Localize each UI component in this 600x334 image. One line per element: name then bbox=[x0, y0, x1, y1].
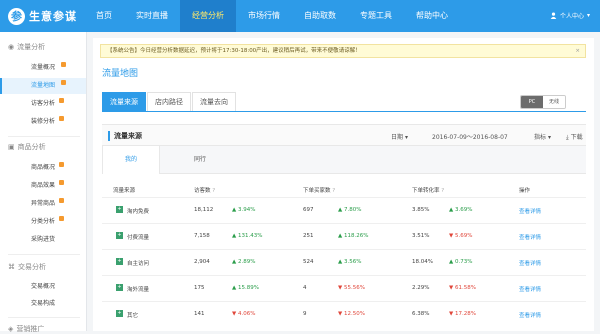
column-header-conversion: 下单转化率 ? bbox=[412, 188, 445, 194]
transaction-icon: ⌘ bbox=[8, 263, 15, 271]
sidebar-item-product-effect[interactable]: 商品效果 bbox=[0, 178, 86, 194]
date-range: 2016-07-09～2016-08-07 bbox=[432, 134, 508, 141]
help-icon: ? bbox=[332, 188, 336, 194]
new-badge-icon bbox=[59, 216, 64, 221]
sidebar-item-category-analysis[interactable]: 分类分析 bbox=[0, 214, 86, 230]
subtab-peers[interactable]: 同行 bbox=[171, 146, 229, 174]
expand-icon[interactable]: + bbox=[116, 206, 123, 213]
subtab-bar: 我的 同行 bbox=[102, 146, 586, 174]
table-row: + 付费流量 7,158 ▲ 131.43% 251 ▲ 118.26% 3.5… bbox=[102, 223, 586, 249]
user-icon bbox=[550, 12, 557, 19]
subtab-mine[interactable]: 我的 bbox=[102, 146, 160, 174]
nav-tools[interactable]: 专题工具 bbox=[348, 0, 404, 32]
help-icon: ? bbox=[441, 188, 445, 194]
nav-live[interactable]: 实时直播 bbox=[124, 0, 180, 32]
divider bbox=[8, 317, 80, 318]
device-pc-button[interactable]: PC bbox=[521, 96, 543, 108]
device-toggle: PC 无线 bbox=[520, 95, 566, 109]
sidebar-item-decoration-analysis[interactable]: 装修分析 bbox=[0, 114, 86, 130]
sidebar-group-transaction[interactable]: ⌘ 交易分析 bbox=[8, 262, 46, 272]
expand-icon[interactable]: + bbox=[116, 284, 123, 291]
nav-market[interactable]: 市场行情 bbox=[236, 0, 292, 32]
marketing-icon: ◈ bbox=[8, 325, 14, 333]
sidebar-item-purchasing[interactable]: 采购进货 bbox=[0, 232, 86, 248]
expand-icon[interactable]: + bbox=[116, 232, 123, 239]
new-badge-icon bbox=[59, 98, 64, 103]
top-nav-bar: 参 生意参谋 首页 实时直播 经营分析 市场行情 自助取数 专题工具 帮助中心 … bbox=[0, 0, 600, 32]
new-badge-icon bbox=[59, 198, 64, 203]
user-label: 个人中心 bbox=[559, 13, 584, 20]
column-header-source: 流量来源 bbox=[113, 188, 136, 194]
new-badge-icon bbox=[59, 180, 64, 185]
chevron-down-icon: ▾ bbox=[547, 134, 551, 141]
table-row: + 其它 141 ▼ 4.06% 9 ▼ 12.50% 6.38% ▼ 17.2… bbox=[102, 301, 586, 327]
tab-traffic-source[interactable]: 流量来源 bbox=[102, 92, 146, 111]
tab-underline bbox=[102, 111, 586, 112]
section-header: 流量来源 日期 ▾ 2016-07-09～2016-08-07 指标 ▾ ⤓ 下… bbox=[102, 124, 586, 146]
chevron-down-icon: ▾ bbox=[586, 12, 590, 19]
view-details-link[interactable]: 查看详情 bbox=[519, 259, 541, 267]
sidebar-group-traffic[interactable]: ◉ 流量分析 bbox=[8, 42, 45, 52]
system-notice: 【系统公告】今日经营分析数据延迟，预计将于17:30-18:00产出，建议稍后再… bbox=[100, 44, 586, 58]
sidebar-item-traffic-overview[interactable]: 流量概况 bbox=[0, 60, 86, 76]
app-logo[interactable]: 参 生意参谋 bbox=[8, 6, 77, 26]
view-details-link[interactable]: 查看详情 bbox=[519, 207, 541, 215]
nav-business-analysis[interactable]: 经营分析 bbox=[180, 0, 236, 32]
sidebar-item-abnormal-product[interactable]: 异常商品 bbox=[0, 196, 86, 212]
sidebar-item-visitor-analysis[interactable]: 访客分析 bbox=[0, 96, 86, 112]
sidebar-group-product[interactable]: ▣ 商品分析 bbox=[8, 142, 46, 152]
table-row: + 淘内免费 18,112 ▲ 3.94% 697 ▲ 7.80% 3.85% … bbox=[102, 197, 586, 223]
nav-home[interactable]: 首页 bbox=[84, 0, 124, 32]
date-picker[interactable]: 日期 ▾ bbox=[391, 132, 408, 141]
sidebar-item-product-overview[interactable]: 商品概况 bbox=[0, 160, 86, 176]
chevron-down-icon: ▾ bbox=[404, 134, 408, 141]
divider bbox=[8, 136, 80, 137]
page-title: 流量地图 bbox=[102, 69, 139, 79]
new-badge-icon bbox=[61, 80, 66, 85]
user-menu[interactable]: 个人中心 ▾ bbox=[550, 11, 590, 20]
help-icon: ? bbox=[212, 188, 216, 194]
divider bbox=[8, 254, 80, 255]
table-row: + 自主访问 2,904 ▲ 2.89% 524 ▲ 3.56% 18.04% … bbox=[102, 249, 586, 275]
sidebar-item-transaction-overview[interactable]: 交易概况 bbox=[0, 279, 86, 295]
download-icon: ⤓ bbox=[566, 134, 569, 141]
sidebar-item-transaction-structure[interactable]: 交易构成 bbox=[0, 296, 86, 312]
tab-traffic-destination[interactable]: 流量去向 bbox=[192, 92, 236, 111]
tab-store-path[interactable]: 店内路径 bbox=[147, 92, 191, 111]
sidebar: ◉ 流量分析 流量概况 流量地图 访客分析 装修分析 ▣ 商品分析 商品概况 商品效… bbox=[0, 32, 87, 334]
sidebar-group-marketing[interactable]: ◈ 营销推广 bbox=[8, 324, 44, 334]
table-row: + 淘外流量 175 ▲ 15.89% 4 ▼ 55.56% 2.29% ▼ 6… bbox=[102, 275, 586, 301]
new-badge-icon bbox=[61, 62, 66, 67]
logo-icon: 参 bbox=[8, 7, 25, 25]
app-title: 生意参谋 bbox=[29, 10, 77, 23]
view-details-link[interactable]: 查看详情 bbox=[519, 285, 541, 293]
column-header-action: 操作 bbox=[519, 188, 531, 194]
new-badge-icon bbox=[59, 162, 64, 167]
close-icon[interactable]: × bbox=[575, 45, 580, 57]
main-nav: 首页 实时直播 经营分析 市场行情 自助取数 专题工具 帮助中心 bbox=[84, 0, 460, 32]
tab-bar: 流量来源 店内路径 流量去向 bbox=[102, 92, 237, 111]
column-header-buyers: 下单买家数 ? bbox=[303, 188, 336, 194]
view-details-link[interactable]: 查看详情 bbox=[519, 311, 541, 319]
section-title: 流量来源 bbox=[108, 131, 142, 141]
product-icon: ▣ bbox=[8, 143, 15, 151]
nav-self-service-data[interactable]: 自助取数 bbox=[292, 0, 348, 32]
device-wireless-button[interactable]: 无线 bbox=[543, 96, 565, 108]
nav-help[interactable]: 帮助中心 bbox=[404, 0, 460, 32]
metric-selector[interactable]: 指标 ▾ bbox=[534, 132, 551, 141]
new-badge-icon bbox=[59, 116, 64, 121]
view-details-link[interactable]: 查看详情 bbox=[519, 233, 541, 241]
eye-icon: ◉ bbox=[8, 43, 15, 51]
expand-icon[interactable]: + bbox=[116, 310, 123, 317]
sidebar-item-traffic-map[interactable]: 流量地图 bbox=[0, 78, 86, 94]
expand-icon[interactable]: + bbox=[116, 258, 123, 265]
download-button[interactable]: ⤓ 下载 bbox=[566, 132, 583, 142]
main-content: 【系统公告】今日经营分析数据延迟，预计将于17:30-18:00产出，建议稍后再… bbox=[93, 38, 594, 331]
column-header-visitors: 访客数 ? bbox=[194, 188, 216, 194]
